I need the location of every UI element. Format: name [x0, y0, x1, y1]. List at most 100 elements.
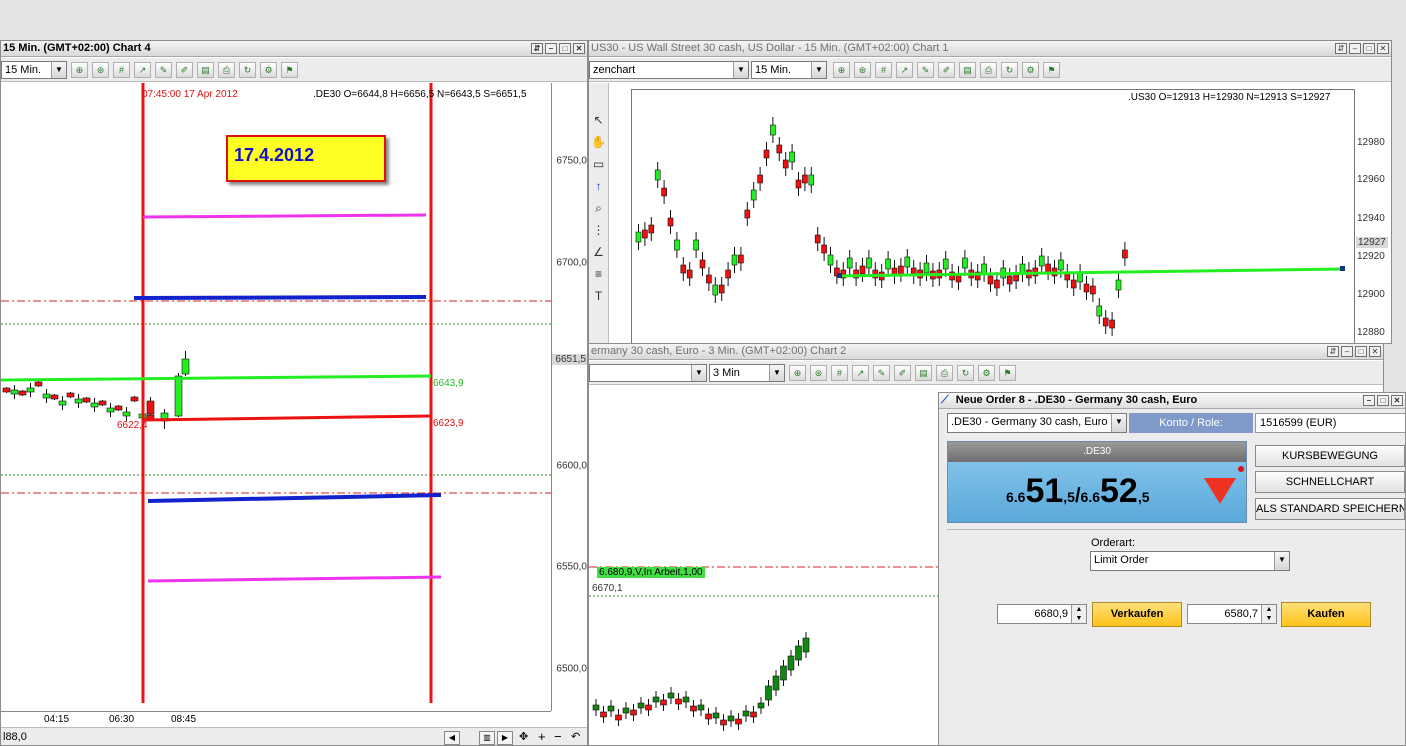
- minimize-icon[interactable]: –: [545, 43, 557, 54]
- maximize-icon[interactable]: □: [1377, 395, 1389, 406]
- candle-body: [795, 645, 802, 661]
- zoom-icon[interactable]: ⊕: [789, 365, 806, 381]
- levels-icon[interactable]: ≡: [589, 263, 608, 285]
- chart4-titlebar[interactable]: 15 Min. (GMT+02:00) Chart 4 ⇵ – □ ✕: [1, 41, 587, 57]
- kursbewegung-button[interactable]: KURSBEWEGUNG: [1255, 445, 1405, 467]
- refresh-icon[interactable]: ↻: [1001, 62, 1018, 78]
- chart2-plot-area[interactable]: 6.680,9,V,In Arbeit,1,00 6670,1: [589, 390, 941, 745]
- zoom-out-icon[interactable]: −: [554, 729, 562, 744]
- link-icon[interactable]: ⇵: [1335, 43, 1347, 54]
- text-icon[interactable]: T: [589, 285, 608, 307]
- chevron-down-icon: ▼: [51, 62, 66, 78]
- trend-icon[interactable]: ↗: [852, 365, 869, 381]
- scroll-thumb[interactable]: ▥: [479, 731, 495, 745]
- maximize-icon[interactable]: □: [1363, 43, 1375, 54]
- magnifier-icon[interactable]: ⌕: [589, 197, 608, 219]
- chart2-type-select[interactable]: ▼: [589, 364, 707, 382]
- verkaufen-button[interactable]: Verkaufen: [1092, 602, 1182, 627]
- scroll-right-icon[interactable]: ▶: [497, 731, 513, 745]
- edit-icon[interactable]: ✐: [938, 62, 955, 78]
- indicator-icon[interactable]: ⊛: [810, 365, 827, 381]
- candle-body: [744, 209, 751, 219]
- save-default-button[interactable]: ALS STANDARD SPEICHERN: [1255, 498, 1405, 520]
- line-end-handle[interactable]: [1340, 266, 1345, 271]
- indicator-icon[interactable]: ⊛: [92, 62, 109, 78]
- candle-body: [1122, 249, 1128, 259]
- close-icon[interactable]: ✕: [1377, 43, 1389, 54]
- maximize-icon[interactable]: □: [559, 43, 571, 54]
- order-tag[interactable]: 6.680,9,V,In Arbeit,1,00: [597, 567, 705, 578]
- settings-icon[interactable]: ⚙: [1022, 62, 1039, 78]
- trend-icon[interactable]: ↗: [896, 62, 913, 78]
- zoom-in-icon[interactable]: +: [538, 729, 546, 744]
- zoom-icon[interactable]: ⊕: [71, 62, 88, 78]
- print-icon[interactable]: ⎙: [218, 62, 235, 78]
- orderart-select[interactable]: Limit Order ▼: [1090, 551, 1290, 571]
- alert-icon[interactable]: ⚑: [281, 62, 298, 78]
- line-icon[interactable]: ▭: [589, 153, 608, 175]
- document-icon[interactable]: ▤: [197, 62, 214, 78]
- grid-icon[interactable]: #: [113, 62, 130, 78]
- draw-icon[interactable]: ✎: [917, 62, 934, 78]
- indicator-icon[interactable]: ⊛: [854, 62, 871, 78]
- document-icon[interactable]: ▤: [959, 62, 976, 78]
- draw-icon[interactable]: ✎: [873, 365, 890, 381]
- print-icon[interactable]: ⎙: [980, 62, 997, 78]
- zoom-icon[interactable]: ⊕: [833, 62, 850, 78]
- link-icon[interactable]: ⇵: [531, 43, 543, 54]
- chart2-timeframe-select[interactable]: 3 Min ▼: [709, 364, 785, 382]
- undo-icon[interactable]: ↶: [571, 730, 580, 743]
- buy-price-stepper[interactable]: 6580,7 ▲ ▼: [1187, 604, 1277, 624]
- draw-icon[interactable]: ✎: [155, 62, 172, 78]
- chart1-timeframe-select[interactable]: 15 Min. ▼: [751, 61, 827, 79]
- document-icon[interactable]: ▤: [915, 365, 932, 381]
- arrow-up-icon[interactable]: ↑: [589, 175, 608, 197]
- close-icon[interactable]: ✕: [573, 43, 585, 54]
- minimize-icon[interactable]: –: [1341, 346, 1353, 357]
- edit-icon[interactable]: ✐: [894, 365, 911, 381]
- alert-icon[interactable]: ⚑: [1043, 62, 1060, 78]
- move-icon[interactable]: ✥: [519, 730, 528, 743]
- dots-icon[interactable]: ⋮: [589, 219, 608, 241]
- edit-icon[interactable]: ✐: [176, 62, 193, 78]
- print-icon[interactable]: ⎙: [936, 365, 953, 381]
- minimize-icon[interactable]: –: [1363, 395, 1375, 406]
- alert-icon[interactable]: ⚑: [999, 365, 1016, 381]
- candle-body: [757, 174, 763, 184]
- kaufen-button[interactable]: Kaufen: [1281, 602, 1371, 627]
- close-icon[interactable]: ✕: [1391, 395, 1403, 406]
- cursor-icon[interactable]: ↖: [589, 109, 608, 131]
- settings-icon[interactable]: ⚙: [978, 365, 995, 381]
- close-icon[interactable]: ✕: [1369, 346, 1381, 357]
- chart2-titlebar[interactable]: ermany 30 cash, Euro - 3 Min. (GMT+02:00…: [589, 344, 1383, 360]
- date-box[interactable]: 17.4.2012: [226, 135, 386, 182]
- grid-icon[interactable]: #: [831, 365, 848, 381]
- chart1-type-select[interactable]: zenchart ▼: [589, 61, 749, 79]
- minimize-icon[interactable]: –: [1349, 43, 1361, 54]
- stepper-icon[interactable]: ▲ ▼: [1261, 605, 1276, 623]
- refresh-icon[interactable]: ↻: [957, 365, 974, 381]
- refresh-icon[interactable]: ↻: [239, 62, 256, 78]
- instrument-select[interactable]: .DE30 - Germany 30 cash, Euro ▼: [947, 413, 1127, 433]
- maximize-icon[interactable]: □: [1355, 346, 1367, 357]
- sell-price-stepper[interactable]: 6680,9 ▲ ▼: [997, 604, 1087, 624]
- chart1-titlebar[interactable]: US30 - US Wall Street 30 cash, US Dollar…: [589, 41, 1391, 57]
- settings-icon[interactable]: ⚙: [260, 62, 277, 78]
- hand-icon[interactable]: ✋: [589, 131, 608, 153]
- line-end-handle[interactable]: [837, 273, 842, 278]
- link-icon[interactable]: ⇵: [1327, 346, 1339, 357]
- konto-field[interactable]: 1516599 (EUR): [1255, 413, 1405, 433]
- chart1-plot-area[interactable]: .US30 O=12913 H=12930 N=12913 S=12927: [631, 89, 1355, 343]
- candle-body: [654, 169, 661, 181]
- grid-icon[interactable]: #: [875, 62, 892, 78]
- chart4-timeframe-select[interactable]: 15 Min. ▼: [1, 61, 67, 79]
- chart4-plot-area[interactable]: 07:45:00 17 Apr 2012 .DE30 O=6644,8 H=66…: [1, 83, 551, 711]
- trend-icon[interactable]: ↗: [134, 62, 151, 78]
- schnellchart-button[interactable]: SCHNELLCHART: [1255, 471, 1405, 493]
- fan-icon[interactable]: ∠: [589, 241, 608, 263]
- stepper-icon[interactable]: ▲ ▼: [1071, 605, 1086, 623]
- chart1-type-value: zenchart: [593, 64, 636, 76]
- order-titlebar[interactable]: ⟋ Neue Order 8 - .DE30 - Germany 30 cash…: [939, 393, 1405, 409]
- chevron-down-icon: ▼: [1274, 552, 1289, 570]
- scroll-left-icon[interactable]: ◀: [444, 731, 460, 745]
